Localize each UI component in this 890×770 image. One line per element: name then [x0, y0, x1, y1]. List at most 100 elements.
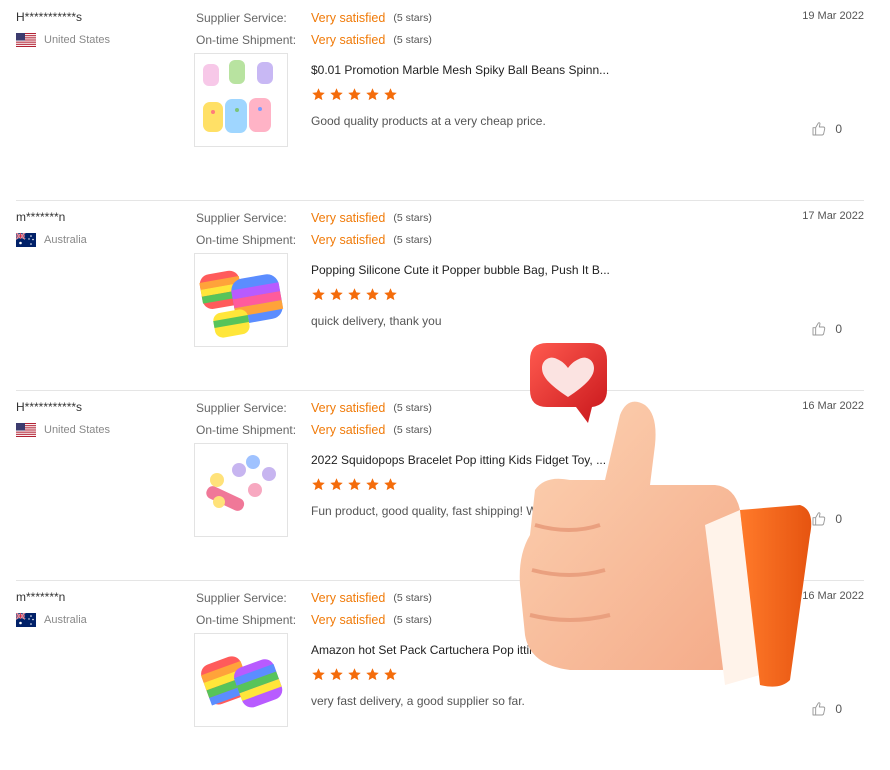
star-icon — [329, 477, 344, 497]
on-time-shipment-label: On-time Shipment: — [196, 33, 297, 47]
review-comment: Fun product, good quality, fast shipping… — [311, 504, 538, 518]
supplier-service-value: Very satisfied — [311, 11, 386, 25]
supplier-service-value: Very satisfied — [311, 211, 386, 225]
like-count: 0 — [835, 122, 842, 136]
supplier-service-rating: Supplier Service: Very satisfied (5 stars) — [196, 401, 432, 415]
on-time-shipment-value: Very satisfied — [311, 423, 386, 437]
product-title-link[interactable]: Amazon hot Set Pack Cartuchera Pop ittin… — [311, 643, 610, 657]
star-icon — [383, 87, 398, 107]
star-icon — [311, 87, 326, 107]
buyer-country: United States — [16, 423, 110, 437]
star-icon — [365, 87, 380, 107]
thumbs-up-icon — [812, 702, 826, 716]
star-icon — [365, 667, 380, 687]
thumbs-up-icon — [812, 512, 826, 526]
product-rating-stars — [311, 287, 398, 307]
buyer-name: m*******n — [16, 590, 66, 604]
like-button[interactable]: 0 — [811, 321, 842, 337]
like-button[interactable]: 0 — [811, 121, 842, 137]
star-icon — [383, 287, 398, 307]
supplier-service-rating: Supplier Service: Very satisfied (5 stars) — [196, 591, 432, 605]
review-item: H***********s United States Supplier Servi… — [0, 0, 890, 190]
review-comment: quick delivery, thank you — [311, 314, 442, 328]
on-time-shipment-value: Very satisfied — [311, 613, 386, 627]
supplier-service-stars: (5 stars) — [393, 592, 432, 604]
divider — [16, 390, 864, 391]
supplier-service-stars: (5 stars) — [393, 12, 432, 24]
supplier-service-value: Very satisfied — [311, 401, 386, 415]
supplier-service-rating: Supplier Service: Very satisfied (5 stars) — [196, 211, 432, 225]
buyer-country: United States — [16, 33, 110, 47]
product-title-link[interactable]: 2022 Squidopops Bracelet Pop itting Kids… — [311, 453, 606, 467]
country-name: Australia — [44, 614, 87, 626]
supplier-service-rating: Supplier Service: Very satisfied (5 stars) — [196, 11, 432, 25]
supplier-service-label: Supplier Service: — [196, 401, 287, 415]
star-icon — [311, 477, 326, 497]
review-item: H***********s United States Supplier Servi… — [0, 390, 890, 580]
supplier-service-label: Supplier Service: — [196, 591, 287, 605]
product-title-link[interactable]: $0.01 Promotion Marble Mesh Spiky Ball B… — [311, 63, 609, 77]
star-icon — [329, 87, 344, 107]
star-icon — [347, 287, 362, 307]
on-time-shipment-rating: On-time Shipment: Very satisfied (5 stars) — [196, 423, 432, 437]
on-time-shipment-rating: On-time Shipment: Very satisfied (5 stars) — [196, 233, 432, 247]
on-time-shipment-label: On-time Shipment: — [196, 613, 297, 627]
on-time-shipment-rating: On-time Shipment: Very satisfied (5 stars) — [196, 33, 432, 47]
buyer-country: Australia — [16, 613, 87, 627]
supplier-service-value: Very satisfied — [311, 591, 386, 605]
country-name: United States — [44, 424, 111, 436]
country-name: United States — [44, 34, 111, 46]
star-icon — [365, 287, 380, 307]
supplier-service-label: Supplier Service: — [196, 211, 287, 225]
supplier-service-label: Supplier Service: — [196, 11, 287, 25]
review-date: 16 Mar 2022 — [802, 400, 864, 412]
on-time-shipment-label: On-time Shipment: — [196, 423, 297, 437]
buyer-name: m*******n — [16, 210, 66, 224]
star-icon — [311, 667, 326, 687]
review-comment: Good quality products at a very cheap pr… — [311, 114, 546, 128]
on-time-shipment-value: Very satisfied — [311, 233, 386, 247]
like-button[interactable]: 0 — [811, 511, 842, 527]
on-time-shipment-stars: (5 stars) — [393, 234, 432, 246]
on-time-shipment-stars: (5 stars) — [393, 424, 432, 436]
review-date: 19 Mar 2022 — [802, 10, 864, 22]
au-flag-icon — [16, 613, 36, 627]
divider — [16, 200, 864, 201]
review-date: 17 Mar 2022 — [802, 210, 864, 222]
star-icon — [383, 667, 398, 687]
review-date: 16 Mar 2022 — [802, 590, 864, 602]
review-item: m*******n Australia Supplier Service: Very … — [0, 200, 890, 390]
like-count: 0 — [835, 322, 842, 336]
on-time-shipment-stars: (5 stars) — [393, 614, 432, 626]
buyer-name: H***********s — [16, 10, 83, 24]
au-flag-icon — [16, 233, 36, 247]
us-flag-icon — [16, 33, 36, 47]
review-item: m*******n Australia Supplier Service: Very … — [0, 580, 890, 770]
product-thumbnail[interactable] — [194, 53, 288, 147]
supplier-service-stars: (5 stars) — [393, 402, 432, 414]
on-time-shipment-label: On-time Shipment: — [196, 233, 297, 247]
country-name: Australia — [44, 234, 87, 246]
star-icon — [347, 477, 362, 497]
product-rating-stars — [311, 667, 398, 687]
star-icon — [347, 667, 362, 687]
star-icon — [365, 477, 380, 497]
product-thumbnail[interactable] — [194, 443, 288, 537]
like-count: 0 — [835, 512, 842, 526]
product-rating-stars — [311, 477, 398, 497]
like-button[interactable]: 0 — [811, 701, 842, 717]
star-icon — [329, 667, 344, 687]
review-comment: very fast delivery, a good supplier so f… — [311, 694, 525, 708]
on-time-shipment-rating: On-time Shipment: Very satisfied (5 stars) — [196, 613, 432, 627]
buyer-country: Australia — [16, 233, 87, 247]
supplier-service-stars: (5 stars) — [393, 212, 432, 224]
product-title-link[interactable]: Popping Silicone Cute it Popper bubble B… — [311, 263, 610, 277]
product-thumbnail[interactable] — [194, 253, 288, 347]
on-time-shipment-stars: (5 stars) — [393, 34, 432, 46]
thumbs-up-icon — [812, 322, 826, 336]
star-icon — [347, 87, 362, 107]
star-icon — [329, 287, 344, 307]
buyer-name: H***********s — [16, 400, 83, 414]
on-time-shipment-value: Very satisfied — [311, 33, 386, 47]
product-thumbnail[interactable] — [194, 633, 288, 727]
